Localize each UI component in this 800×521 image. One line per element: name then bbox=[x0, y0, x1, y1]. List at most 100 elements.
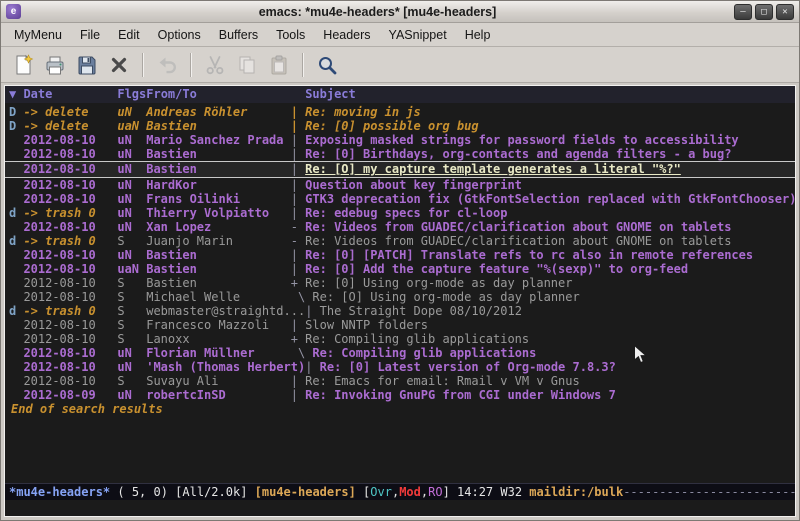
message-row[interactable]: 2012-08-10SFrancesco Mazzoli| Slow NNTP … bbox=[5, 318, 795, 332]
message-mark bbox=[9, 318, 23, 332]
mode-line[interactable]: *mu4e-headers* ( 5, 0) [All/2.0k] [mu4e-… bbox=[5, 483, 795, 500]
message-row[interactable]: d-> trash 0SJuanjo Marin- Re: Videos fro… bbox=[5, 234, 795, 248]
message-row[interactable]: d-> trash 0uNThierry Volpiatto| Re: edeb… bbox=[5, 206, 795, 220]
message-row[interactable]: 2012-08-10SBastien+ Re: [0] Using org-mo… bbox=[5, 276, 795, 290]
copy-button[interactable] bbox=[231, 50, 263, 80]
close-button[interactable]: ✕ bbox=[776, 4, 794, 20]
message-from: Bastien bbox=[146, 276, 290, 290]
menu-tools[interactable]: Tools bbox=[267, 25, 314, 45]
thread-prefix: | bbox=[291, 318, 305, 332]
copy-icon bbox=[236, 54, 258, 76]
cut-button[interactable] bbox=[199, 50, 231, 80]
thread-prefix: | bbox=[291, 192, 305, 206]
message-date: 2012-08-10 bbox=[23, 178, 117, 192]
message-from: Juanjo Marin bbox=[146, 234, 290, 248]
message-date: -> delete bbox=[23, 105, 117, 119]
column-header-subject: Subject bbox=[305, 86, 356, 103]
message-row[interactable]: 2012-08-10SSuvayu Ali| Re: Emacs for ema… bbox=[5, 374, 795, 388]
search-button[interactable] bbox=[311, 50, 343, 80]
message-subject: GTK3 deprecation fix (GtkFontSelection r… bbox=[305, 192, 795, 206]
message-subject: Re: moving in js bbox=[305, 105, 421, 119]
message-from: Bastien bbox=[146, 162, 290, 177]
message-row[interactable]: 2012-08-10SLanoxx+ Re: Compiling glib ap… bbox=[5, 332, 795, 346]
message-date: 2012-08-10 bbox=[23, 276, 117, 290]
close-buffer-icon bbox=[108, 54, 130, 76]
titlebar[interactable]: e emacs: *mu4e-headers* [mu4e-headers] –… bbox=[1, 1, 799, 23]
maximize-button[interactable]: □ bbox=[755, 4, 773, 20]
message-from: 'Mash (Thomas Herbert) bbox=[146, 360, 305, 374]
menu-yasnippet[interactable]: YASnippet bbox=[380, 25, 456, 45]
message-flags: uN bbox=[117, 360, 146, 374]
cut-icon bbox=[204, 54, 226, 76]
save-button[interactable] bbox=[71, 50, 103, 80]
column-header-date: ▼ Date bbox=[9, 86, 117, 103]
message-mark bbox=[9, 192, 23, 206]
message-row[interactable]: 2012-08-10uNXan Lopez- Re: Videos from G… bbox=[5, 220, 795, 234]
message-row[interactable]: 2012-08-09uNrobertcInSD| Re: Invoking Gn… bbox=[5, 388, 795, 402]
message-subject: Re: Emacs for email: Rmail v VM v Gnus bbox=[305, 374, 580, 388]
message-date: 2012-08-10 bbox=[23, 262, 117, 276]
thread-prefix: | bbox=[291, 162, 305, 177]
message-row[interactable]: 2012-08-10uNMario Sanchez Prada| Exposin… bbox=[5, 133, 795, 147]
message-mark bbox=[9, 388, 23, 402]
message-subject: Re: [0] Add the capture feature "%(sexp)… bbox=[305, 262, 688, 276]
emacs-app-icon: e bbox=[6, 4, 21, 19]
message-flags: S bbox=[117, 332, 146, 346]
message-from: Francesco Mazzoli bbox=[146, 318, 290, 332]
menu-buffers[interactable]: Buffers bbox=[210, 25, 267, 45]
modeline-segment-fg: ( 5, 0) [All/2.0k] bbox=[110, 485, 255, 499]
message-row[interactable]: 2012-08-10uNBastien| Re: [0] Birthdays, … bbox=[5, 147, 795, 161]
message-row[interactable]: D-> deleteuaNBastien| Re: [0] possible o… bbox=[5, 119, 795, 133]
message-mark: d bbox=[9, 304, 23, 318]
message-row[interactable]: 2012-08-10uNBastien| Re: [0] [PATCH] Tra… bbox=[5, 248, 795, 262]
close-buffer-button[interactable] bbox=[103, 50, 135, 80]
print-button[interactable] bbox=[39, 50, 71, 80]
message-mark bbox=[9, 248, 23, 262]
message-date: 2012-08-09 bbox=[23, 388, 117, 402]
thread-prefix: | bbox=[291, 206, 305, 220]
menu-edit[interactable]: Edit bbox=[109, 25, 149, 45]
thread-prefix: \ bbox=[291, 346, 313, 360]
message-flags: uN bbox=[117, 178, 146, 192]
message-mark bbox=[9, 220, 23, 234]
new-file-button[interactable] bbox=[7, 50, 39, 80]
message-row[interactable]: 2012-08-10uaNBastien| Re: [0] Add the ca… bbox=[5, 262, 795, 276]
message-subject: Question about key fingerprint bbox=[305, 178, 522, 192]
column-header-fromto: From/To bbox=[146, 86, 305, 103]
thread-prefix: + bbox=[291, 332, 305, 346]
modeline-segment-dim: -------------------------------- bbox=[623, 485, 795, 499]
message-subject: Re: Invoking GnuPG from CGI under Window… bbox=[305, 388, 616, 402]
undo-button[interactable] bbox=[151, 50, 183, 80]
modeline-segment-fg: [ bbox=[356, 485, 370, 499]
paste-button[interactable] bbox=[263, 50, 295, 80]
message-subject: Re: [0] Latest version of Org-mode 7.8.3… bbox=[320, 360, 616, 374]
menu-mymenu[interactable]: MyMenu bbox=[5, 25, 71, 45]
menu-headers[interactable]: Headers bbox=[314, 25, 379, 45]
message-row[interactable]: d-> trash 0Swebmaster@straightd...| The … bbox=[5, 304, 795, 318]
message-subject: Re: [O] Using org-mode as day planner bbox=[312, 290, 579, 304]
minimize-button[interactable]: – bbox=[734, 4, 752, 20]
menu-file[interactable]: File bbox=[71, 25, 109, 45]
thread-prefix: | bbox=[291, 119, 305, 133]
message-date: -> delete bbox=[23, 119, 117, 133]
message-row[interactable]: 2012-08-10SMichael Welle \ Re: [O] Using… bbox=[5, 290, 795, 304]
message-row[interactable]: 2012-08-10uN'Mash (Thomas Herbert)| Re: … bbox=[5, 360, 795, 374]
message-row[interactable]: 2012-08-10uNFlorian Müllner \ Re: Compil… bbox=[5, 346, 795, 360]
modeline-segment-orange: [mu4e-headers] bbox=[255, 485, 356, 499]
modeline-segment-orange: maildir:/bulk bbox=[529, 485, 623, 499]
message-flags: S bbox=[117, 374, 146, 388]
message-mark bbox=[9, 133, 23, 147]
message-flags: uN bbox=[117, 206, 146, 220]
message-from: robertcInSD bbox=[146, 388, 290, 402]
menu-options[interactable]: Options bbox=[149, 25, 210, 45]
minibuffer[interactable] bbox=[5, 500, 795, 516]
menu-help[interactable]: Help bbox=[456, 25, 500, 45]
message-mark: d bbox=[9, 206, 23, 220]
message-date: 2012-08-10 bbox=[23, 318, 117, 332]
message-row[interactable]: D-> deleteuNAndreas Röhler| Re: moving i… bbox=[5, 105, 795, 119]
message-row[interactable]: 2012-08-10uNFrans Oilinki| GTK3 deprecat… bbox=[5, 192, 795, 206]
message-flags: S bbox=[117, 304, 146, 318]
message-mark: d bbox=[9, 234, 23, 248]
message-row[interactable]: 2012-08-10uNBastien| Re: [O] my capture … bbox=[5, 161, 795, 178]
message-row[interactable]: 2012-08-10uNHardKor| Question about key … bbox=[5, 178, 795, 192]
